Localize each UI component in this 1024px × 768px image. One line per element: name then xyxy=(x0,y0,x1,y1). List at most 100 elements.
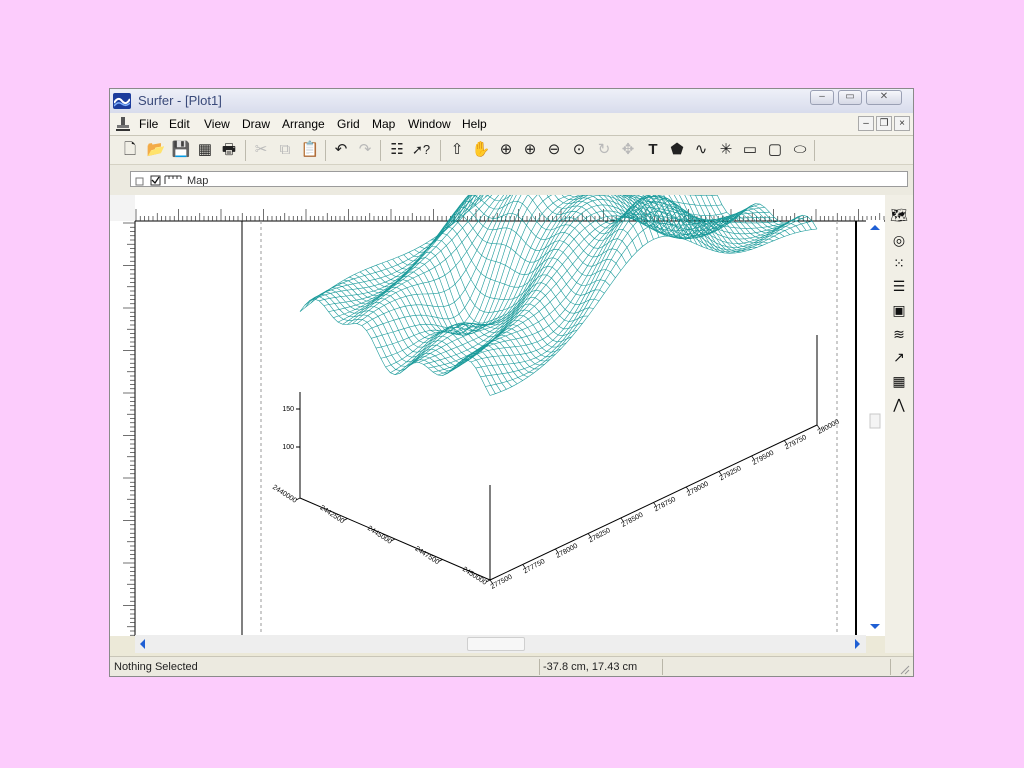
shaded-relief-map-icon[interactable]: ≋ xyxy=(888,324,910,344)
y-tick-label: 2450000 xyxy=(461,566,488,587)
status-divider xyxy=(890,659,891,675)
ellipse-tool-icon[interactable]: ⬭ xyxy=(790,140,810,160)
maximize-button[interactable]: ▭ xyxy=(838,90,862,105)
zoom-page-icon[interactable]: ⊙ xyxy=(569,140,589,160)
polyline-tool-icon[interactable]: ∿ xyxy=(691,140,711,160)
status-divider xyxy=(539,659,540,675)
save-icon[interactable]: 💾 xyxy=(171,140,191,160)
contour-map-icon[interactable]: ◎ xyxy=(888,230,910,250)
menu-file[interactable]: File xyxy=(139,117,158,131)
scroll-up-icon[interactable] xyxy=(870,225,880,230)
vertical-scroll-thumb[interactable] xyxy=(869,413,881,429)
title-bar[interactable]: Surfer - [Plot1] – ▭ ✕ xyxy=(110,89,913,113)
menu-help[interactable]: Help xyxy=(462,117,487,131)
y-tick-label: 2440000 xyxy=(271,484,298,505)
print-icon[interactable]: 🖶 xyxy=(219,140,239,160)
wireframe-surface xyxy=(299,195,818,396)
toolbar-separator xyxy=(814,140,815,161)
new-document-icon[interactable]: 🗋 xyxy=(120,140,140,160)
toolbar-separator xyxy=(380,140,381,161)
rotate-icon[interactable]: ↻ xyxy=(594,140,614,160)
close-button[interactable]: ✕ xyxy=(866,90,902,105)
document-menu-icon[interactable] xyxy=(114,115,132,133)
wireframe-axes xyxy=(296,335,818,581)
minimize-button[interactable]: – xyxy=(810,90,834,105)
redo-icon[interactable]: ↷ xyxy=(355,140,375,160)
polygon-tool-icon[interactable]: ⬟ xyxy=(667,140,687,160)
status-bar: Nothing Selected -37.8 cm, 17.43 cm xyxy=(110,656,913,676)
ruler-corner xyxy=(110,195,135,221)
surfer-window: Surfer - [Plot1] – ▭ ✕ File Edit View Dr… xyxy=(109,88,914,677)
vertical-ruler xyxy=(110,221,136,636)
horizontal-scroll-thumb[interactable] xyxy=(467,637,525,651)
symbol-tool-icon[interactable]: ✳ xyxy=(716,140,736,160)
cut-icon[interactable]: ✂ xyxy=(251,140,271,160)
x-tick-label: 279000 xyxy=(686,481,710,498)
menu-window[interactable]: Window xyxy=(408,117,451,131)
x-tick-label: 278500 xyxy=(620,512,644,529)
main-toolbar: 🗋 📂 💾 ▦ 🖶 ✂ ⧉ 📋 ↶ ↷ ☷ ➚? ⇧ ✋ ⊕ ⊕ ⊖ ⊙ ↻ ✥… xyxy=(110,136,913,165)
status-divider xyxy=(662,659,663,675)
menu-draw[interactable]: Draw xyxy=(242,117,270,131)
document-restore-button[interactable]: ❐ xyxy=(876,116,892,131)
open-folder-icon[interactable]: 📂 xyxy=(146,140,166,160)
object-manager-bar: Map xyxy=(110,165,913,196)
menu-edit[interactable]: Edit xyxy=(169,117,190,131)
y-tick-label: 2447500 xyxy=(414,545,441,566)
x-tick-label: 279500 xyxy=(751,450,775,467)
wireframe-icon[interactable]: ▦ xyxy=(888,371,910,391)
x-tick-label: 277750 xyxy=(522,558,546,575)
x-tick-label: 278000 xyxy=(555,543,579,560)
x-tick-label: 279250 xyxy=(719,465,743,482)
context-help-icon[interactable]: ➚? xyxy=(411,140,431,160)
x-tick-label: 278250 xyxy=(588,527,612,544)
zoom-out-icon[interactable]: ⊖ xyxy=(544,140,564,160)
document-minimize-button[interactable]: – xyxy=(858,116,874,131)
toolbar-separator xyxy=(440,140,441,161)
rectangle-tool-icon[interactable]: ▭ xyxy=(740,140,760,160)
zoom-rectangle-icon[interactable]: ⊕ xyxy=(496,140,516,160)
menu-arrange[interactable]: Arrange xyxy=(282,117,325,131)
text-tool-icon[interactable]: T xyxy=(643,140,663,160)
base-map-icon[interactable]: 🗺 xyxy=(888,205,910,225)
menu-map[interactable]: Map xyxy=(372,117,395,131)
z-tick-label: 150 xyxy=(282,406,294,413)
object-manager-field[interactable]: Map xyxy=(130,171,908,187)
image-map-icon[interactable]: ▣ xyxy=(888,300,910,320)
y-tick-label: 2445000 xyxy=(366,525,393,546)
post-map-icon[interactable]: ⁙ xyxy=(888,253,910,273)
scroll-left-icon[interactable] xyxy=(139,639,147,649)
copy-icon[interactable]: ⧉ xyxy=(275,140,295,160)
undo-icon[interactable]: ↶ xyxy=(331,140,351,160)
rounded-rectangle-tool-icon[interactable]: ▢ xyxy=(765,140,785,160)
surface-icon[interactable]: ⋀ xyxy=(888,394,910,414)
menu-bar: File Edit View Draw Arrange Grid Map Win… xyxy=(110,113,913,136)
pan-hand-icon[interactable]: ✋ xyxy=(471,140,491,160)
y-tick-label: 2442500 xyxy=(319,504,346,525)
classed-post-map-icon[interactable]: ☰ xyxy=(888,276,910,296)
surfer-logo-icon xyxy=(113,93,131,109)
scroll-right-icon[interactable] xyxy=(853,639,861,649)
select-arrow-icon[interactable]: ⇧ xyxy=(447,140,467,160)
object-manager-item-map[interactable]: Map xyxy=(187,175,208,186)
cursor-coordinates: -37.8 cm, 17.43 cm xyxy=(543,661,638,673)
z-tick-label: 100 xyxy=(282,444,294,451)
menu-grid[interactable]: Grid xyxy=(337,117,360,131)
horizontal-scrollbar[interactable] xyxy=(135,635,866,653)
menu-view[interactable]: View xyxy=(204,117,230,131)
vector-map-icon[interactable]: ↗ xyxy=(888,347,910,367)
move-icon[interactable]: ✥ xyxy=(618,140,638,160)
object-manager-icon[interactable]: ☷ xyxy=(387,140,407,160)
selection-status: Nothing Selected xyxy=(114,661,198,673)
scroll-down-icon[interactable] xyxy=(870,624,880,629)
paste-icon[interactable]: 📋 xyxy=(300,140,320,160)
x-tick-label: 279750 xyxy=(784,434,808,451)
document-close-button[interactable]: × xyxy=(894,116,910,131)
vertical-scrollbar[interactable] xyxy=(866,220,884,635)
zoom-in-icon[interactable]: ⊕ xyxy=(520,140,540,160)
worksheet-icon[interactable]: ▦ xyxy=(195,140,215,160)
resize-grip-icon[interactable] xyxy=(898,663,910,675)
map-toolbar: 🗺 ◎ ⁙ ☰ ▣ ≋ ↗ ▦ ⋀ xyxy=(885,195,913,653)
x-tick-label: 278750 xyxy=(653,496,677,513)
plot-stage: 150 100 2440000 2442500 2445000 2447500 24500… xyxy=(110,195,885,636)
